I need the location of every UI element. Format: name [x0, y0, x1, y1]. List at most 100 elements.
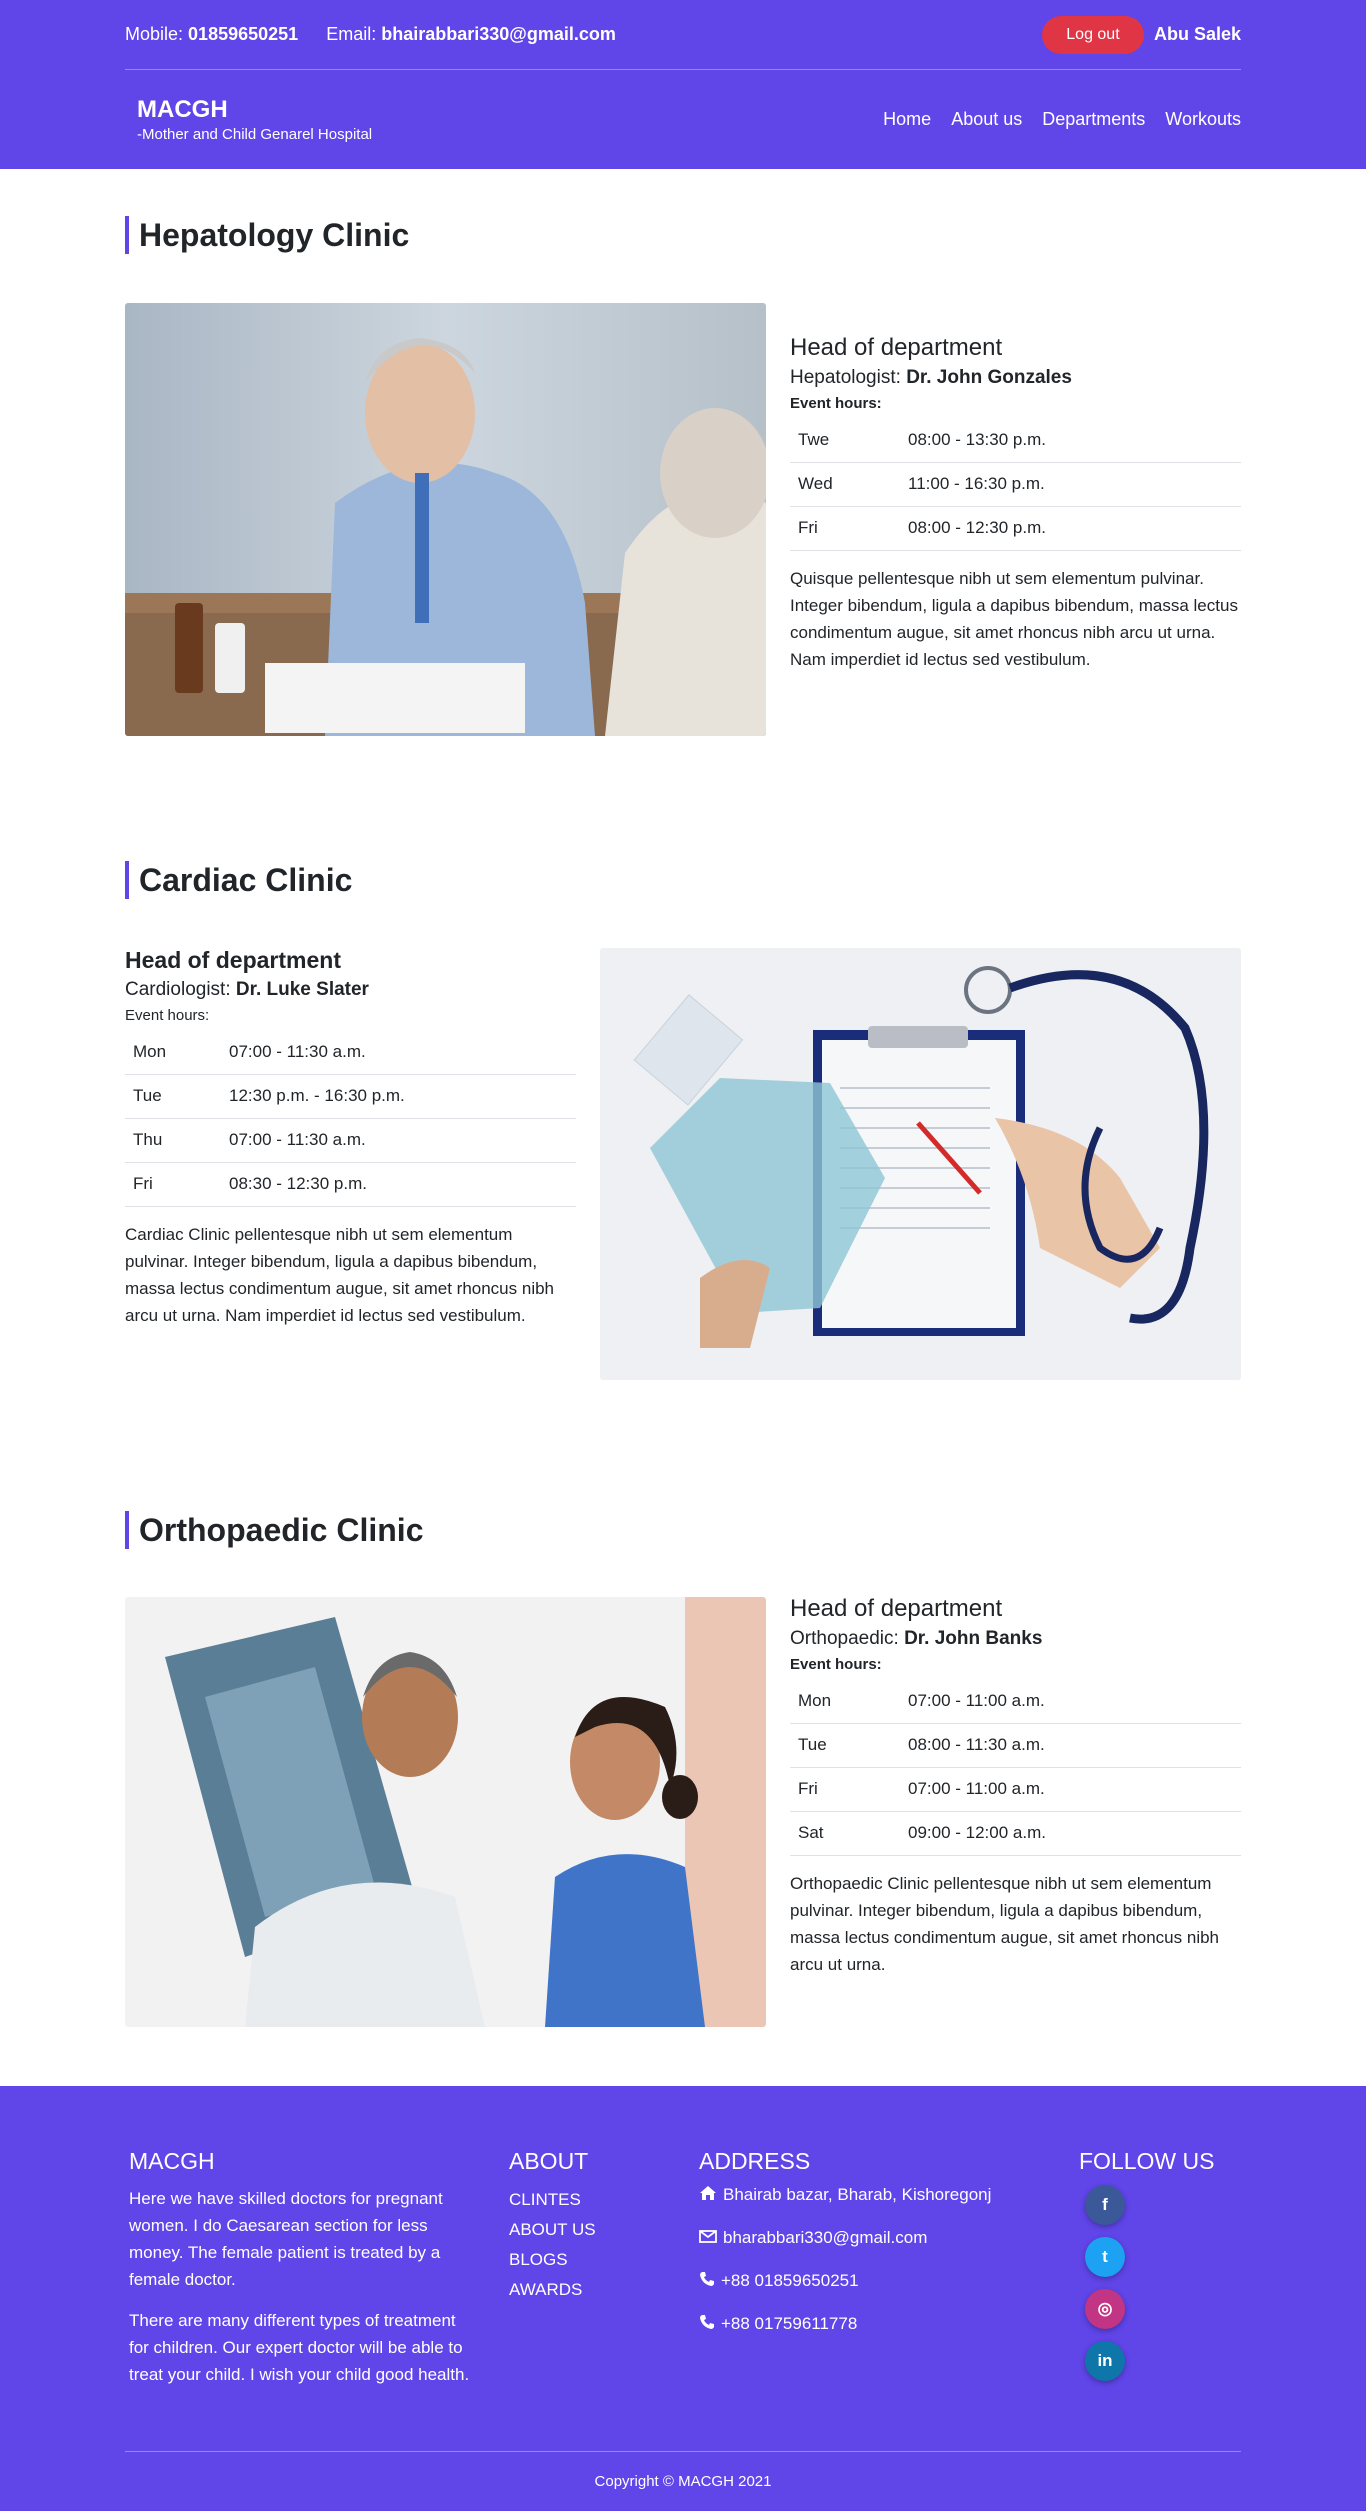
doctor-nurse-xray-photo [125, 1597, 766, 2027]
email-address: bhairabbari330@gmail.com [381, 24, 616, 44]
time-cell: 08:00 - 11:30 a.m. [900, 1723, 1241, 1768]
hours-table: Mon 07:00 - 11:30 a.m. Tue 12:30 p.m. - 16… [125, 1030, 576, 1207]
topbar: Mobile: 01859650251 Email: bhairabbari33… [125, 0, 1241, 70]
clinic-info: Head of department Cardiologist: Dr. Luk… [125, 947, 576, 1329]
address-line: Bhairab bazar, Bharab, Kishoregonj [699, 2185, 1039, 2228]
site-footer: MACGH Here we have skilled doctors for p… [0, 2086, 1366, 2511]
address-text: Bhairab bazar, Bharab, Kishoregonj [723, 2185, 992, 2204]
day-cell: Thu [125, 1118, 221, 1163]
brand-title: MACGH [137, 96, 228, 123]
table-row: Fri 07:00 - 11:00 a.m. [790, 1767, 1241, 1812]
nav-about-us[interactable]: About us [951, 109, 1022, 130]
footer-link-about-us[interactable]: ABOUT US [509, 2215, 669, 2245]
time-cell: 08:00 - 13:30 p.m. [900, 418, 1241, 463]
table-row: Fri 08:30 - 12:30 p.m. [125, 1162, 576, 1207]
time-cell: 08:00 - 12:30 p.m. [900, 506, 1241, 551]
doctor-name: Dr. John Banks [904, 1628, 1043, 1649]
day-cell: Fri [790, 506, 900, 551]
email-text[interactable]: bharabbari330@gmail.com [723, 2228, 927, 2248]
clinic-info: Head of department Hepatologist: Dr. Joh… [790, 334, 1241, 673]
footer-brand-column: MACGH Here we have skilled doctors for p… [129, 2148, 474, 2402]
footer-link-blogs[interactable]: BLOGS [509, 2245, 669, 2275]
footer-address-title: ADDRESS [699, 2148, 811, 2174]
clinic-title: Cardiac Clinic [125, 861, 352, 899]
day-cell: Sat [790, 1811, 900, 1856]
table-row: Thu 07:00 - 11:30 a.m. [125, 1118, 576, 1163]
phone-line-2: +88 01759611778 [699, 2314, 1039, 2357]
table-row: Sat 09:00 - 12:00 a.m. [790, 1811, 1241, 1856]
hours-label: Event hours: [125, 1007, 210, 1024]
footer-link-awards[interactable]: AWARDS [509, 2275, 669, 2305]
nav-departments[interactable]: Departments [1042, 109, 1145, 130]
phone-icon [699, 2271, 715, 2287]
time-cell: 11:00 - 16:30 p.m. [900, 462, 1241, 507]
facebook-icon[interactable]: f [1085, 2185, 1125, 2225]
home-icon [699, 2185, 717, 2201]
day-cell: Fri [125, 1162, 221, 1207]
contact-info: Mobile: 01859650251 Email: bhairabbari33… [125, 24, 616, 45]
footer-para-2: There are many different types of treatm… [129, 2311, 470, 2384]
footer-about-title: ABOUT [509, 2148, 589, 2174]
day-cell: Wed [790, 462, 900, 507]
day-cell: Mon [790, 1679, 900, 1724]
doctor-name: Dr. John Gonzales [906, 367, 1072, 388]
nav-home[interactable]: Home [883, 109, 931, 130]
brand-subtitle: -Mother and Child Genarel Hospital [137, 126, 373, 143]
instagram-icon[interactable]: ◎ [1085, 2289, 1125, 2329]
phone-line-1: +88 01859650251 [699, 2271, 1039, 2314]
main-navbar: MACGH -Mother and Child Genarel Hospital… [125, 70, 1241, 169]
phone-text-2[interactable]: +88 01759611778 [721, 2314, 857, 2334]
footer-divider [125, 2451, 1241, 2452]
time-cell: 07:00 - 11:00 a.m. [900, 1679, 1241, 1724]
mobile-number: 01859650251 [188, 24, 299, 44]
hours-label: Event hours: [790, 1656, 882, 1673]
clinic-info: Head of department Orthopaedic: Dr. John… [790, 1595, 1241, 1978]
twitter-icon[interactable]: t [1085, 2237, 1125, 2277]
day-cell: Twe [790, 418, 900, 463]
footer-address-column: ADDRESS Bhairab bazar, Bharab, Kishorego… [699, 2148, 1039, 2357]
hours-table: Mon 07:00 - 11:00 a.m. Tue 08:00 - 11:30 a… [790, 1679, 1241, 1856]
brand[interactable]: MACGH -Mother and Child Genarel Hospital [137, 96, 372, 143]
doctor-patient-photo [125, 303, 766, 736]
phone-icon [699, 2314, 715, 2330]
doctor-role: Cardiologist: [125, 979, 231, 1000]
table-row: Tue 12:30 p.m. - 16:30 p.m. [125, 1074, 576, 1119]
linkedin-icon[interactable]: in [1085, 2341, 1125, 2381]
time-cell: 07:00 - 11:30 a.m. [221, 1118, 576, 1163]
time-cell: 09:00 - 12:00 a.m. [900, 1811, 1241, 1856]
hours-table: Twe 08:00 - 13:30 p.m. Wed 11:00 - 16:30 p… [790, 418, 1241, 551]
doctor-line: Orthopaedic: Dr. John Banks [790, 1628, 1241, 1650]
nav-workouts[interactable]: Workouts [1165, 109, 1241, 130]
clinic-description: Orthopaedic Clinic pellentesque nibh ut … [790, 1873, 1220, 1974]
footer-follow-column: FOLLOW US f t ◎ in [1079, 2148, 1239, 2393]
email-label: Email: [326, 24, 377, 44]
doctor-role: Orthopaedic: [790, 1628, 899, 1649]
phone-text-1[interactable]: +88 01859650251 [721, 2271, 859, 2291]
table-row: Tue 08:00 - 11:30 a.m. [790, 1723, 1241, 1768]
mobile-label: Mobile: [125, 24, 184, 44]
doctor-line: Hepatologist: Dr. John Gonzales [790, 367, 1241, 389]
site-header: Mobile: 01859650251 Email: bhairabbari33… [0, 0, 1366, 169]
day-cell: Fri [790, 1767, 900, 1812]
table-row: Fri 08:00 - 12:30 p.m. [790, 506, 1241, 551]
table-row: Twe 08:00 - 13:30 p.m. [790, 418, 1241, 463]
clinic-description: Quisque pellentesque nibh ut sem element… [790, 568, 1238, 669]
head-label: Head of department [790, 1595, 1003, 1622]
copyright: Copyright © MACGH 2021 [594, 2473, 772, 2490]
footer-para-1: Here we have skilled doctors for pregnan… [129, 2189, 443, 2289]
logout-button[interactable]: Log out [1041, 15, 1144, 54]
day-cell: Tue [790, 1723, 900, 1768]
day-cell: Mon [125, 1030, 221, 1075]
head-label: Head of department [125, 947, 341, 973]
doctor-line: Cardiologist: Dr. Luke Slater [125, 979, 576, 1001]
time-cell: 07:00 - 11:00 a.m. [900, 1767, 1241, 1812]
time-cell: 07:00 - 11:30 a.m. [221, 1030, 576, 1075]
clinic-title: Hepatology Clinic [125, 216, 409, 254]
envelope-icon [699, 2228, 717, 2244]
user-name[interactable]: Abu Salek [1154, 24, 1241, 45]
time-cell: 12:30 p.m. - 16:30 p.m. [221, 1074, 576, 1119]
footer-link-clintes[interactable]: CLINTES [509, 2185, 669, 2215]
table-row: Mon 07:00 - 11:00 a.m. [790, 1679, 1241, 1724]
hours-label: Event hours: [790, 395, 882, 412]
day-cell: Tue [125, 1074, 221, 1119]
